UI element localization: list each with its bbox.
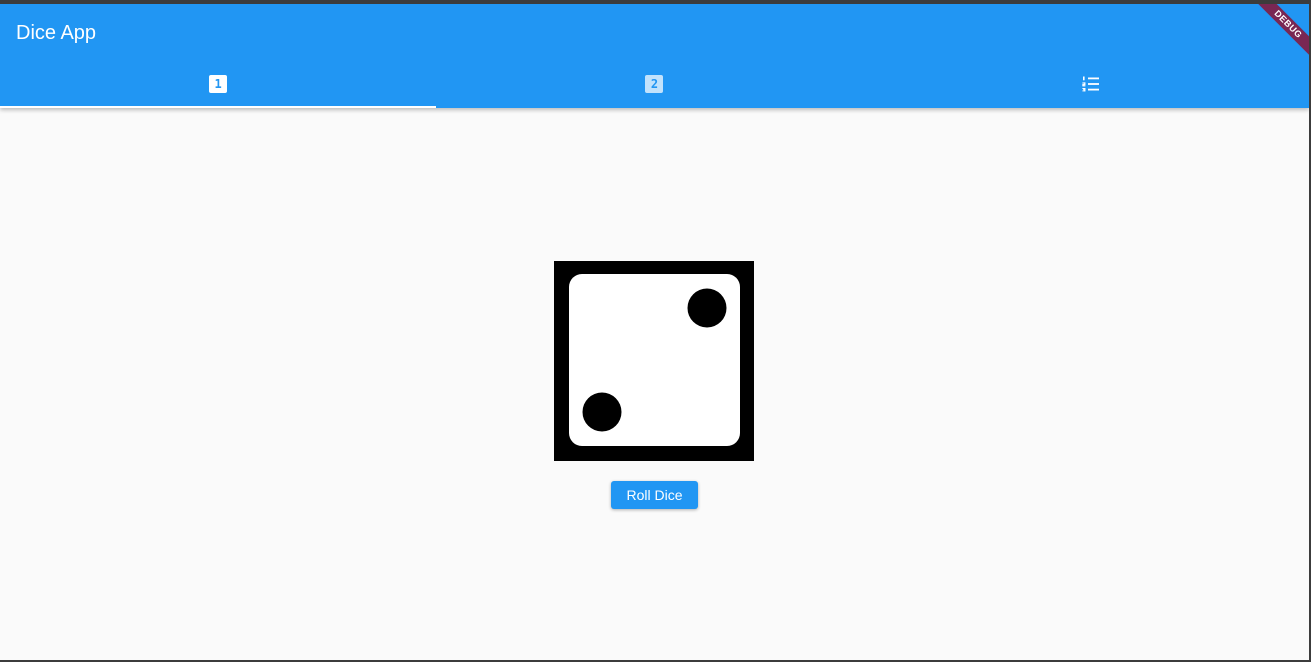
tab-bar: 1 2	[0, 60, 1309, 108]
debug-banner: DEBUG	[1251, 4, 1311, 64]
looks-two-icon: 2	[645, 75, 664, 93]
tab-history[interactable]	[873, 60, 1309, 108]
debug-banner-label: DEBUG	[1251, 4, 1311, 61]
tab-one[interactable]: 1	[0, 60, 437, 108]
format-list-numbered-icon	[1082, 76, 1099, 92]
app-bar: Dice App 1 2	[0, 4, 1309, 108]
looks-one-icon: 1	[209, 75, 228, 93]
roll-dice-button[interactable]: Roll Dice	[611, 481, 698, 509]
app-title: Dice App	[16, 22, 97, 44]
tab-two[interactable]: 2	[436, 60, 872, 108]
dice-two-icon	[554, 261, 754, 461]
